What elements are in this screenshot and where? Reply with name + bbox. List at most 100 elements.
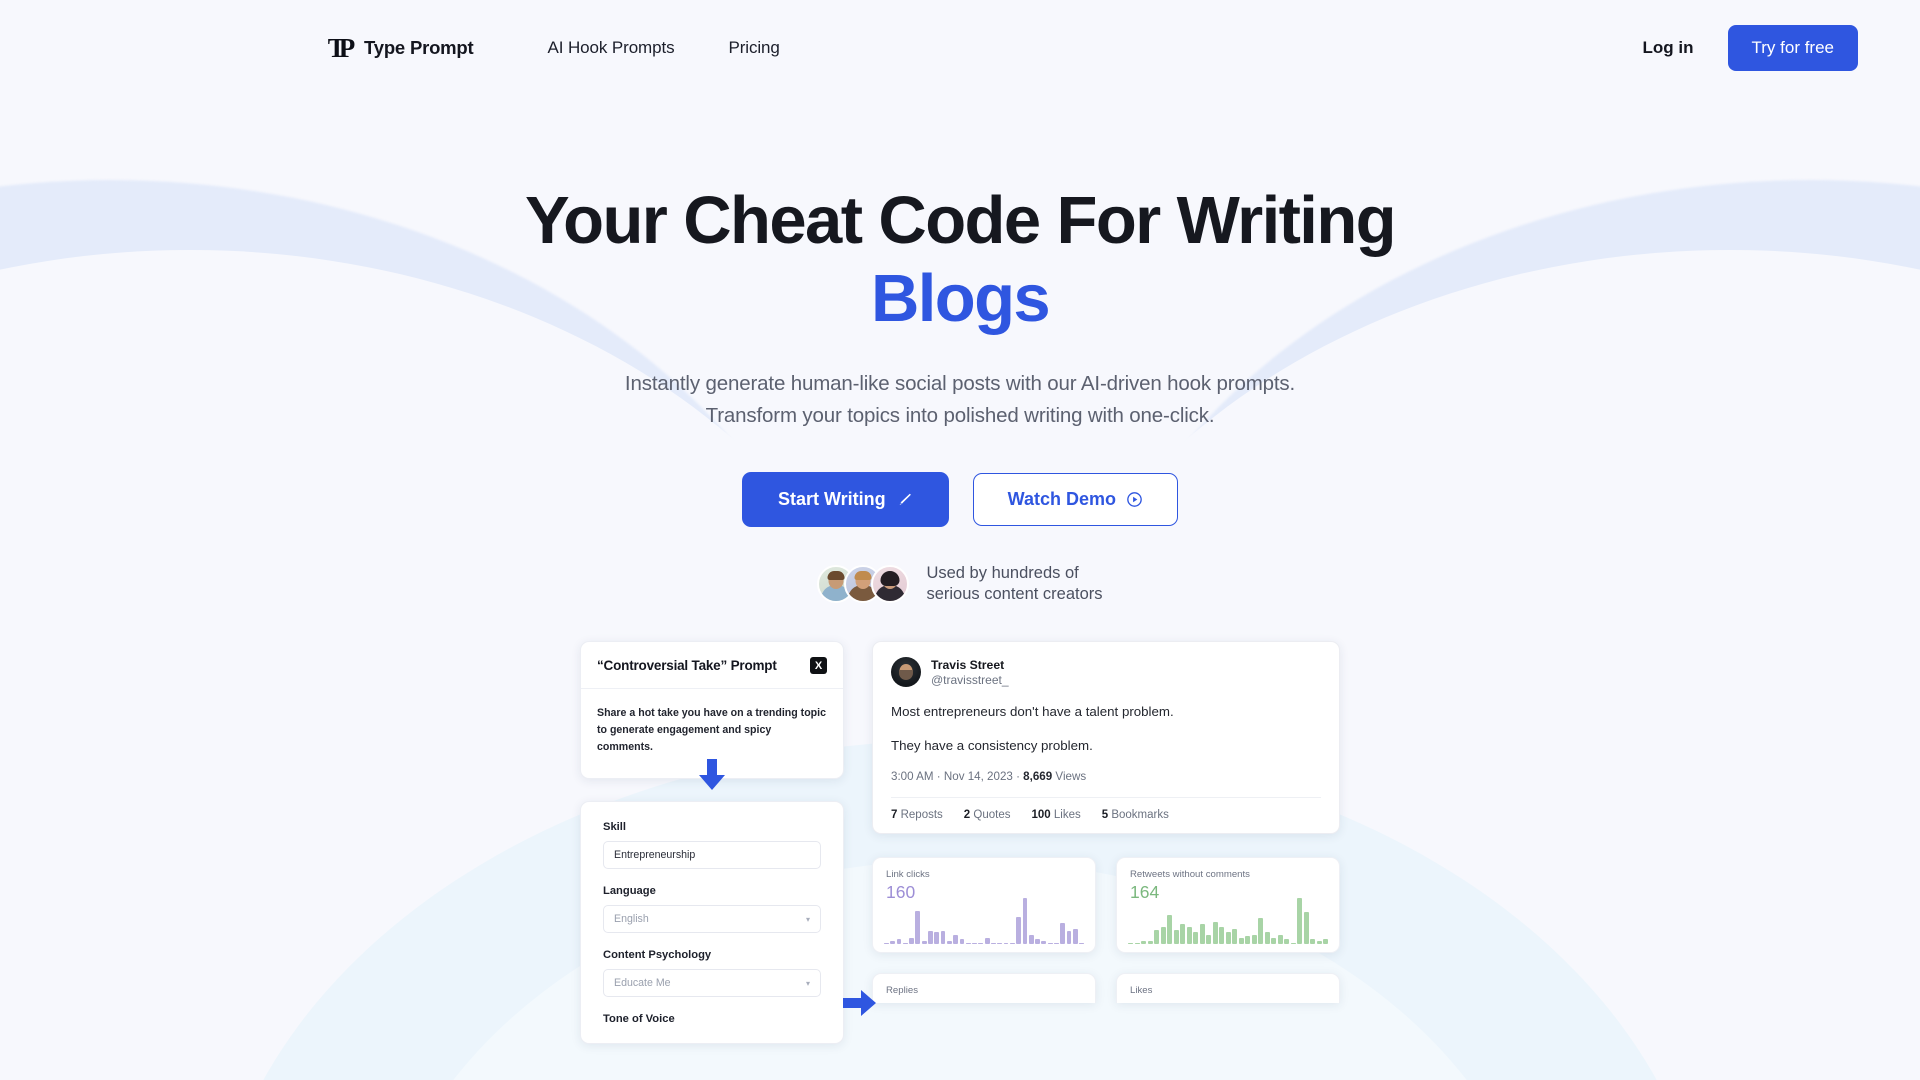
tweet-views-count: 8,669	[1023, 770, 1053, 783]
tweet-views-label: Views	[1055, 770, 1087, 783]
tweet-time: 3:00 AM	[891, 770, 934, 783]
avatar	[891, 657, 921, 687]
bar	[921, 941, 927, 944]
bar	[1173, 930, 1179, 944]
tweet-preview-card: Travis Street @travisstreet_ Most entrep…	[872, 641, 1340, 834]
tweet-author-name: Travis Street	[931, 657, 1005, 672]
bar	[1047, 942, 1053, 944]
bar	[1219, 926, 1224, 944]
bar	[915, 911, 921, 944]
field-language: Language English ▾	[603, 885, 821, 933]
analytics-card-retweets: Retweets without comments 164	[1116, 857, 1340, 953]
start-writing-button[interactable]: Start Writing	[741, 472, 949, 527]
demo-left-column: “Controversial Take” Prompt X Share a ho…	[580, 641, 876, 1044]
top-navigation: TP Type Prompt AI Hook Prompts Pricing L…	[0, 0, 1920, 96]
bar	[1316, 940, 1322, 944]
arrow-right-icon	[843, 988, 877, 1023]
field-label-skill: Skill	[603, 821, 627, 833]
bar	[1134, 942, 1140, 944]
bar	[909, 938, 914, 944]
prompt-card-header: “Controversial Take” Prompt X	[581, 642, 843, 689]
bar	[1193, 931, 1198, 944]
avatar	[871, 565, 910, 603]
tweet-meta: 3:00 AM · Nov 14, 2023 · 8,669 Views	[891, 770, 1087, 783]
tweet-stat-bookmarks[interactable]: 5 Bookmarks	[1102, 809, 1169, 821]
hero-subheading: Instantly generate human-like social pos…	[624, 372, 1296, 427]
pen-nib-icon	[896, 491, 913, 508]
content-psychology-select-value: Educate Me	[614, 977, 671, 989]
bar	[978, 942, 984, 944]
prompt-form-card: Skill Entrepreneurship Language English …	[580, 801, 876, 1044]
watch-demo-button[interactable]: Watch Demo	[972, 472, 1178, 527]
field-content-psychology: Content Psychology Educate Me ▾	[603, 949, 821, 997]
x-twitter-icon: X	[810, 657, 827, 674]
bar	[1232, 928, 1237, 944]
analytics-row: Link clicks 160 Retweets without comment…	[872, 857, 1340, 953]
bar	[959, 939, 965, 944]
analytics-card-link-clicks: Link clicks 160	[872, 857, 1096, 953]
bar	[884, 942, 889, 944]
bar	[1003, 942, 1009, 944]
analytics-row-partial: Replies Likes	[872, 973, 1340, 1003]
tweet-stats: 7 Reposts 2 Quotes 100 Likes 5 Bookmarks	[891, 797, 1321, 833]
tweet-stat-quotes[interactable]: 2 Quotes	[964, 809, 1011, 821]
bar	[946, 941, 952, 944]
bar	[1072, 929, 1078, 944]
bar	[1206, 934, 1211, 944]
page-title: Your Cheat Code For Writing Blogs	[0, 182, 1920, 338]
brand-logo[interactable]: TP Type Prompt	[327, 32, 474, 63]
bar	[1264, 931, 1270, 944]
product-demo: “Controversial Take” Prompt X Share a ho…	[580, 641, 1340, 1044]
bar	[1245, 936, 1250, 944]
bar	[1009, 942, 1015, 944]
nav-actions: Log in Try for free	[1643, 25, 1858, 71]
analytics-card-likes: Likes	[1116, 973, 1340, 1003]
bar	[965, 942, 971, 944]
tweet-author: Travis Street @travisstreet_	[891, 657, 1321, 687]
bar	[1022, 898, 1028, 944]
nav-link-ai-hook-prompts[interactable]: AI Hook Prompts	[548, 38, 675, 58]
bar	[1251, 934, 1257, 944]
bar	[1225, 931, 1231, 944]
bar	[1167, 915, 1172, 944]
analytics-card-replies: Replies	[872, 973, 1096, 1003]
bar	[928, 930, 933, 944]
bar	[1297, 898, 1302, 944]
bar	[1154, 930, 1159, 944]
chevron-down-icon: ▾	[805, 978, 810, 988]
bar	[1160, 926, 1166, 944]
language-select[interactable]: English ▾	[603, 905, 821, 933]
analytics-label: Likes	[1130, 985, 1153, 996]
nav-links: AI Hook Prompts Pricing	[548, 38, 780, 58]
bar	[997, 942, 1003, 944]
login-link[interactable]: Log in	[1643, 38, 1694, 58]
social-proof-line-1: Used by hundreds of	[926, 564, 1079, 582]
bar	[1290, 942, 1296, 944]
tweet-stat-likes[interactable]: 100 Likes	[1031, 809, 1080, 821]
page-root: TP Type Prompt AI Hook Prompts Pricing L…	[0, 0, 1920, 1080]
bar	[1199, 924, 1205, 944]
bar	[1141, 940, 1146, 944]
bar	[991, 942, 996, 944]
headline-line-1: Your Cheat Code For Writing	[525, 183, 1397, 258]
bar	[1028, 935, 1034, 944]
bar	[896, 939, 902, 944]
social-proof: Used by hundreds of serious content crea…	[0, 563, 1920, 605]
headline-accent-word: Blogs	[870, 261, 1051, 336]
language-select-value: English	[614, 913, 649, 925]
social-proof-text: Used by hundreds of serious content crea…	[926, 563, 1102, 605]
prompt-title: “Controversial Take” Prompt	[597, 658, 777, 673]
play-circle-icon	[1126, 491, 1143, 508]
try-for-free-button[interactable]: Try for free	[1727, 25, 1858, 71]
bar	[972, 942, 977, 944]
bar	[1180, 924, 1185, 944]
tweet-stat-reposts[interactable]: 7 Reposts	[891, 809, 943, 821]
tweet-author-handle: @travisstreet_	[931, 672, 1009, 687]
bar	[1258, 917, 1263, 944]
content-psychology-select[interactable]: Educate Me ▾	[603, 969, 821, 997]
nav-link-pricing[interactable]: Pricing	[729, 38, 780, 58]
bar	[940, 930, 946, 944]
skill-input[interactable]: Entrepreneurship	[603, 841, 821, 869]
type-prompt-monogram-icon: TP	[327, 32, 356, 63]
bar	[1016, 917, 1022, 944]
